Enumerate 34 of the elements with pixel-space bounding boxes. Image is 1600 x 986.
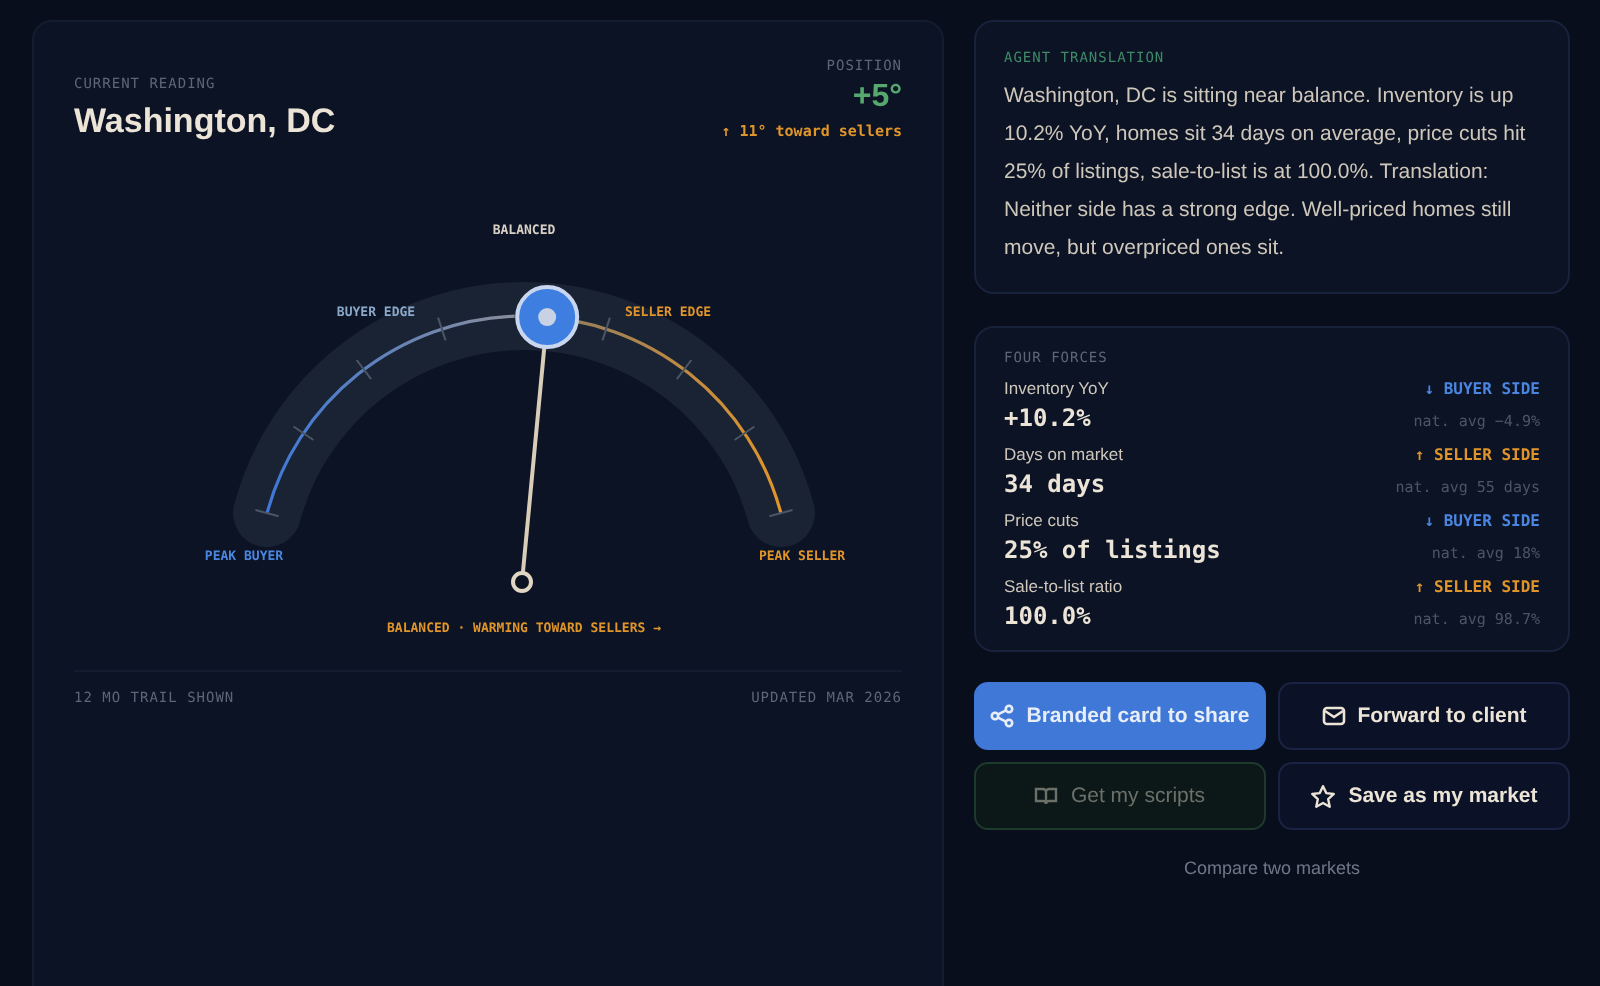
action-button[interactable]: Save as my market xyxy=(1278,762,1570,830)
tick-mark xyxy=(292,425,315,441)
star-icon xyxy=(1310,783,1337,809)
tick-mark xyxy=(355,359,373,381)
tick-mark xyxy=(768,509,794,518)
force-name: Days on market xyxy=(1004,444,1124,464)
gauge-knob xyxy=(515,285,580,349)
force-value: 34 days xyxy=(1004,470,1106,498)
side-tag: ↑ SELLER SIDE xyxy=(1414,446,1540,464)
tick-mark xyxy=(733,425,756,441)
book-icon xyxy=(1034,784,1059,808)
action-button[interactable]: Branded card to share xyxy=(974,682,1266,750)
position-value: +5° xyxy=(852,80,902,116)
tick-mark xyxy=(601,316,611,342)
force-name: Price cuts xyxy=(1004,510,1079,530)
tick-mark xyxy=(254,509,280,518)
force-value: 25% of listings xyxy=(1004,536,1221,564)
force-name: Sale-to-list ratio xyxy=(1004,576,1123,596)
force-value: +10.2% xyxy=(1004,404,1091,432)
force-value: 100.0% xyxy=(1004,602,1091,630)
share-icon xyxy=(990,704,1015,728)
action-button[interactable]: Forward to client xyxy=(1278,682,1570,750)
force-name: Inventory YoY xyxy=(1004,378,1109,398)
side-tag: ↓ BUYER SIDE xyxy=(1424,512,1540,530)
tick-mark xyxy=(675,359,693,381)
side-tag: ↑ SELLER SIDE xyxy=(1414,578,1540,596)
pivot-icon xyxy=(511,571,533,593)
action-button[interactable]: Get my scripts xyxy=(974,762,1266,830)
translation-text: Washington, DC is sitting near balance. Inventory is up 10.2% YoY, homes sit 34 days on average, price cuts hit 25% of listings, sale-to-list is at 100.0%. Translation: Neither side has a strong edge. Well-priced homes still move, but overpriced ones sit. xyxy=(1004,82,1528,264)
compare-link[interactable]: Compare two markets xyxy=(974,858,1570,878)
tick-mark xyxy=(437,316,447,342)
side-tag: ↓ BUYER SIDE xyxy=(1424,380,1540,398)
mail-icon xyxy=(1321,704,1346,728)
city-title: Washington, DC xyxy=(74,102,336,142)
